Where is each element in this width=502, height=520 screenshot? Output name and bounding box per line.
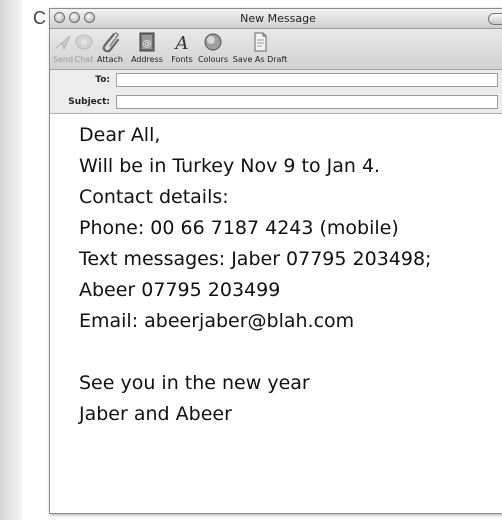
fonts-icon: A [174,33,189,54]
draft-document-icon [254,32,267,52]
figure-panel-letter: C [33,8,46,28]
subject-field[interactable] [116,95,498,109]
send-button[interactable]: Send [52,30,74,68]
send-icon [55,35,71,51]
svg-text:A: A [174,33,189,54]
body-line: See you in the new year [79,372,310,394]
svg-text:@: @ [143,39,152,49]
to-field[interactable] [116,73,498,87]
body-line: Text messages: Jaber 07795 203498; [79,248,432,270]
fonts-button[interactable]: A Fonts [169,30,195,68]
toolbar-toggle-button[interactable] [488,13,502,25]
body-line: Jaber and Abeer [79,403,232,425]
chat-icon [75,34,93,50]
body-line: Email: abeerjaber@blah.com [79,310,355,332]
paperclip-icon [102,32,120,53]
subject-label: Subject: [68,97,110,107]
background-panel-edge [0,0,22,520]
window-title: New Message [240,12,316,25]
message-header: To: Subject: [50,70,502,114]
body-line: Abeer 07795 203499 [79,279,281,301]
colour-wheel-icon [204,33,222,51]
address-button[interactable]: @ Address [127,30,167,68]
save-as-draft-button[interactable]: Save As Draft [231,30,289,68]
attach-button[interactable]: Attach [96,30,124,68]
message-body[interactable]: Dear All, Will be in Turkey Nov 9 to Jan… [50,114,502,513]
body-line: Will be in Turkey Nov 9 to Jan 4. [79,155,381,177]
colours-button[interactable]: Colours [195,30,231,68]
toolbar: Send Chat Attach @ Address A Fonts Colou… [50,29,502,70]
title-bar[interactable]: New Message [50,9,502,29]
to-label: To: [95,75,110,85]
new-message-window: New Message Send Chat Attach @ Address A… [49,8,502,514]
chat-button[interactable]: Chat [74,30,94,68]
body-line: Dear All, [79,124,161,146]
address-book-icon: @ [139,32,155,52]
body-line: Phone: 00 66 7187 4243 (mobile) [79,217,399,239]
body-line: Contact details: [79,186,229,208]
